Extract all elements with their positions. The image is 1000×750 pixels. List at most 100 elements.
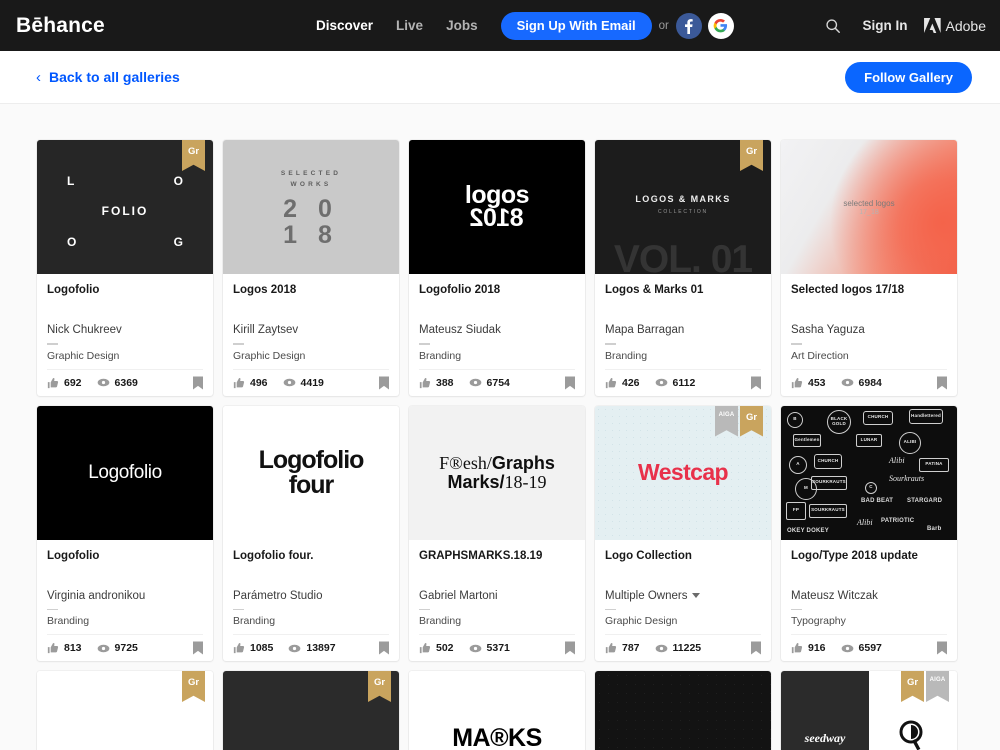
like-stat[interactable]: 813 [47, 642, 82, 654]
project-card[interactable]: L O FOLIO O G Gr Logofolio Nick Chukreev… [37, 140, 213, 396]
facebook-icon[interactable] [675, 12, 702, 39]
eye-icon [841, 378, 853, 387]
nav-link-discover[interactable]: Discover [316, 18, 373, 33]
like-stat[interactable]: 453 [791, 377, 826, 389]
project-title[interactable]: Selected logos 17/18 [791, 283, 947, 297]
like-stat[interactable]: 388 [419, 377, 454, 389]
project-cover[interactable]: seedway Gr AIGA [781, 671, 957, 750]
project-cover[interactable]: Logofolio [37, 405, 213, 540]
bookmark-icon[interactable] [937, 376, 947, 389]
project-card[interactable]: MA®KS [409, 671, 585, 750]
views-stat: 4419 [283, 377, 324, 389]
project-cover[interactable]: 2019 BEHANCE Gr [223, 671, 399, 750]
owner-name: Kirill Zaytsev [233, 324, 299, 336]
award-ribbons: AIGA Gr [715, 405, 763, 437]
project-card[interactable]: Logofolio four Logofolio four. Parámetro… [223, 405, 399, 661]
project-card[interactable]: Logofolio Logofolio Virginia andronikou … [37, 405, 213, 661]
cover-art-gradient: selected logos 17_18 [781, 140, 957, 274]
thumbs-up-icon [233, 642, 245, 654]
project-title[interactable]: Logofolio 2018 [419, 283, 575, 297]
collage-script: Alibi [857, 517, 873, 527]
like-stat[interactable]: 502 [419, 642, 454, 654]
like-stat[interactable]: 692 [47, 377, 82, 389]
project-title[interactable]: Logofolio [47, 549, 203, 563]
project-cover[interactable]: SELECTED WORKS 2 0 1 8 [223, 140, 399, 274]
project-cover[interactable]: selected logos 17_18 [781, 140, 957, 274]
project-owner[interactable]: Kirill Zaytsev [233, 323, 389, 337]
bookmark-icon[interactable] [751, 376, 761, 389]
project-owner[interactable]: Multiple Owners [605, 589, 761, 603]
search-icon[interactable] [825, 18, 841, 34]
collage-badge: A [789, 455, 807, 474]
sign-in-link[interactable]: Sign In [863, 18, 908, 33]
bookmark-icon[interactable] [193, 641, 203, 655]
project-title[interactable]: Logofolio four. [233, 549, 389, 563]
project-title[interactable]: Logos 2018 [233, 283, 389, 297]
adobe-link[interactable]: Adobe [923, 18, 986, 34]
views-count: 9725 [114, 642, 138, 654]
project-owner[interactable]: Gabriel Martoni [419, 589, 575, 603]
bookmark-icon[interactable] [565, 376, 575, 389]
like-stat[interactable]: 426 [605, 377, 640, 389]
bookmark-icon[interactable] [193, 376, 203, 389]
project-cover[interactable]: logos 8102 [409, 140, 585, 274]
project-cover[interactable]: Logofolio four [223, 405, 399, 540]
project-card[interactable]: logos 8102 Logofolio 2018 Mateusz Siudak… [409, 140, 585, 396]
like-stat[interactable]: 916 [791, 642, 826, 654]
project-owner[interactable]: Virginia andronikou [47, 589, 203, 603]
project-meta: Logofolio Nick Chukreev Graphic Design [37, 274, 213, 363]
project-card[interactable]: Westcap AIGA Gr Logo Collection Multiple… [595, 405, 771, 661]
nav-link-jobs[interactable]: Jobs [446, 18, 478, 33]
project-cover[interactable]: Gr [37, 671, 213, 750]
project-card[interactable]: Gr [37, 671, 213, 750]
bookmark-icon[interactable] [937, 641, 947, 655]
art-word: FOLIO [101, 204, 149, 218]
project-cover[interactable]: MA®KS [409, 671, 585, 750]
nav-link-live[interactable]: Live [396, 18, 423, 33]
project-card[interactable]: 2019 BEHANCE Gr [223, 671, 399, 750]
project-title[interactable]: Logofolio [47, 283, 203, 297]
project-cover[interactable]: Westcap AIGA Gr [595, 405, 771, 540]
google-icon[interactable] [707, 12, 734, 39]
project-cover[interactable]: L O FOLIO O G Gr [37, 140, 213, 274]
chevron-down-icon[interactable] [692, 593, 701, 598]
bookmark-icon[interactable] [379, 641, 389, 655]
project-owner[interactable]: Nick Chukreev [47, 323, 203, 337]
project-cover[interactable] [595, 671, 771, 750]
art-line: selected logos [843, 198, 895, 208]
bookmark-icon[interactable] [379, 376, 389, 389]
collage-badge: M [795, 477, 817, 500]
project-card[interactable]: selected logos 17_18 Selected logos 17/1… [781, 140, 957, 396]
project-owner[interactable]: Parámetro Studio [233, 589, 389, 603]
sign-up-with-email-button[interactable]: Sign Up With Email [500, 11, 652, 40]
project-card[interactable]: B BLACK GOLD CHURCH Handlettered Gentleme… [781, 405, 957, 661]
project-title[interactable]: GRAPHSMARKS.18.19 [419, 549, 575, 563]
follow-gallery-button[interactable]: Follow Gallery [845, 61, 972, 93]
bookmark-icon[interactable] [751, 641, 761, 655]
project-owner[interactable]: Sasha Yaguza [791, 323, 947, 337]
like-stat[interactable]: 1085 [233, 642, 273, 654]
back-to-all-galleries-link[interactable]: ‹ Back to all galleries [36, 69, 180, 85]
project-title[interactable]: Logo/Type 2018 update [791, 549, 947, 563]
behance-logo[interactable]: Bēhance [16, 14, 105, 38]
project-title[interactable]: Logos & Marks 01 [605, 283, 761, 297]
project-owner[interactable]: Mapa Barragan [605, 323, 761, 337]
project-meta: Logofolio Virginia andronikou Branding [37, 540, 213, 629]
like-stat[interactable]: 787 [605, 642, 640, 654]
bookmark-icon[interactable] [565, 641, 575, 655]
like-stat[interactable]: 496 [233, 377, 268, 389]
project-owner[interactable]: Mateusz Siudak [419, 323, 575, 337]
project-cover[interactable]: B BLACK GOLD CHURCH Handlettered Gentleme… [781, 405, 957, 540]
project-card[interactable] [595, 671, 771, 750]
project-card[interactable]: F®esh/Graphs Marks/18-19 GRAPHSMARKS.18.… [409, 405, 585, 661]
project-cover[interactable]: F®esh/Graphs Marks/18-19 [409, 405, 585, 540]
project-card[interactable]: SELECTED WORKS 2 0 1 8 Logos 2018 Kirill… [223, 140, 399, 396]
project-title[interactable]: Logo Collection [605, 549, 761, 563]
project-card[interactable]: seedway Gr AIGA [781, 671, 957, 750]
like-count: 502 [436, 642, 454, 654]
project-field: Graphic Design [605, 615, 678, 627]
art-line: Graphs [491, 452, 555, 473]
project-card[interactable]: LOGOS & MARKS COLLECTION VOL. 01 Gr Logo… [595, 140, 771, 396]
project-owner[interactable]: Mateusz Witczak [791, 589, 947, 603]
project-cover[interactable]: LOGOS & MARKS COLLECTION VOL. 01 Gr [595, 140, 771, 274]
